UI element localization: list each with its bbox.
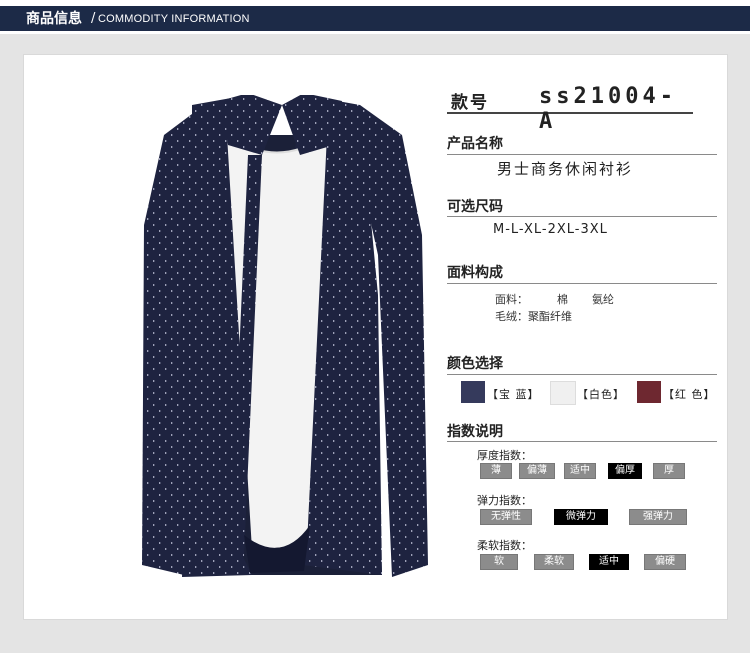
color-label-white: 【白色】 <box>577 388 625 401</box>
size-title: 可选尺码 <box>447 199 503 215</box>
index-title: 指数说明 <box>447 424 503 440</box>
product-name-title: 产品名称 <box>447 136 503 152</box>
model-number: ss21004-A <box>539 84 677 134</box>
softness-option[interactable]: 柔软 <box>534 554 574 570</box>
product-name: 男士商务休闲衬衫 <box>497 160 634 178</box>
color-title: 颜色选择 <box>447 356 503 372</box>
elasticity-option[interactable]: 无弹性 <box>480 509 532 525</box>
fabric-value-spandex: 氨纶 <box>592 293 614 306</box>
divider <box>447 441 717 442</box>
color-swatch-navy[interactable] <box>461 381 485 403</box>
thickness-option[interactable]: 适中 <box>564 463 596 479</box>
divider <box>447 374 717 375</box>
lining-fabric: 毛绒：聚酯纤维 <box>495 310 572 323</box>
softness-option[interactable]: 偏硬 <box>644 554 686 570</box>
divider <box>447 216 717 217</box>
softness-option-selected[interactable]: 适中 <box>589 554 629 570</box>
header-slash: / <box>91 11 96 26</box>
header-title: 商品信息 <box>26 11 82 27</box>
model-label: 款号 <box>451 93 489 113</box>
color-swatch-white[interactable] <box>550 381 576 405</box>
elasticity-option-selected[interactable]: 微弹力 <box>554 509 608 525</box>
fabric-label: 面料： <box>495 293 528 306</box>
fabric-title: 面料构成 <box>447 265 503 281</box>
product-image <box>132 95 430 585</box>
divider <box>447 154 717 155</box>
color-label-navy: 【宝 蓝】 <box>487 388 540 401</box>
softness-option[interactable]: 软 <box>480 554 518 570</box>
product-info: 款号 ss21004-A 产品名称 男士商务休闲衬衫 可选尺码 M-L-XL-2… <box>447 0 727 653</box>
thickness-option-selected[interactable]: 偏厚 <box>608 463 642 479</box>
size-options: M-L-XL-2XL-3XL <box>493 222 608 237</box>
divider <box>447 283 717 284</box>
color-swatch-red[interactable] <box>637 381 661 403</box>
thickness-option[interactable]: 薄 <box>480 463 512 479</box>
elasticity-option[interactable]: 强弹力 <box>629 509 687 525</box>
thickness-index-label: 厚度指数： <box>477 449 532 462</box>
softness-index-label: 柔软指数： <box>477 539 532 552</box>
shirt-illustration <box>142 95 428 577</box>
header-subtitle: COMMODITY INFORMATION <box>98 13 250 25</box>
thickness-option[interactable]: 偏薄 <box>519 463 555 479</box>
elasticity-index-label: 弹力指数： <box>477 494 532 507</box>
thickness-option[interactable]: 厚 <box>653 463 685 479</box>
model-row: 款号 ss21004-A <box>447 84 693 134</box>
fabric-value-cotton: 棉 <box>557 293 568 306</box>
color-label-red: 【红 色】 <box>663 388 716 401</box>
